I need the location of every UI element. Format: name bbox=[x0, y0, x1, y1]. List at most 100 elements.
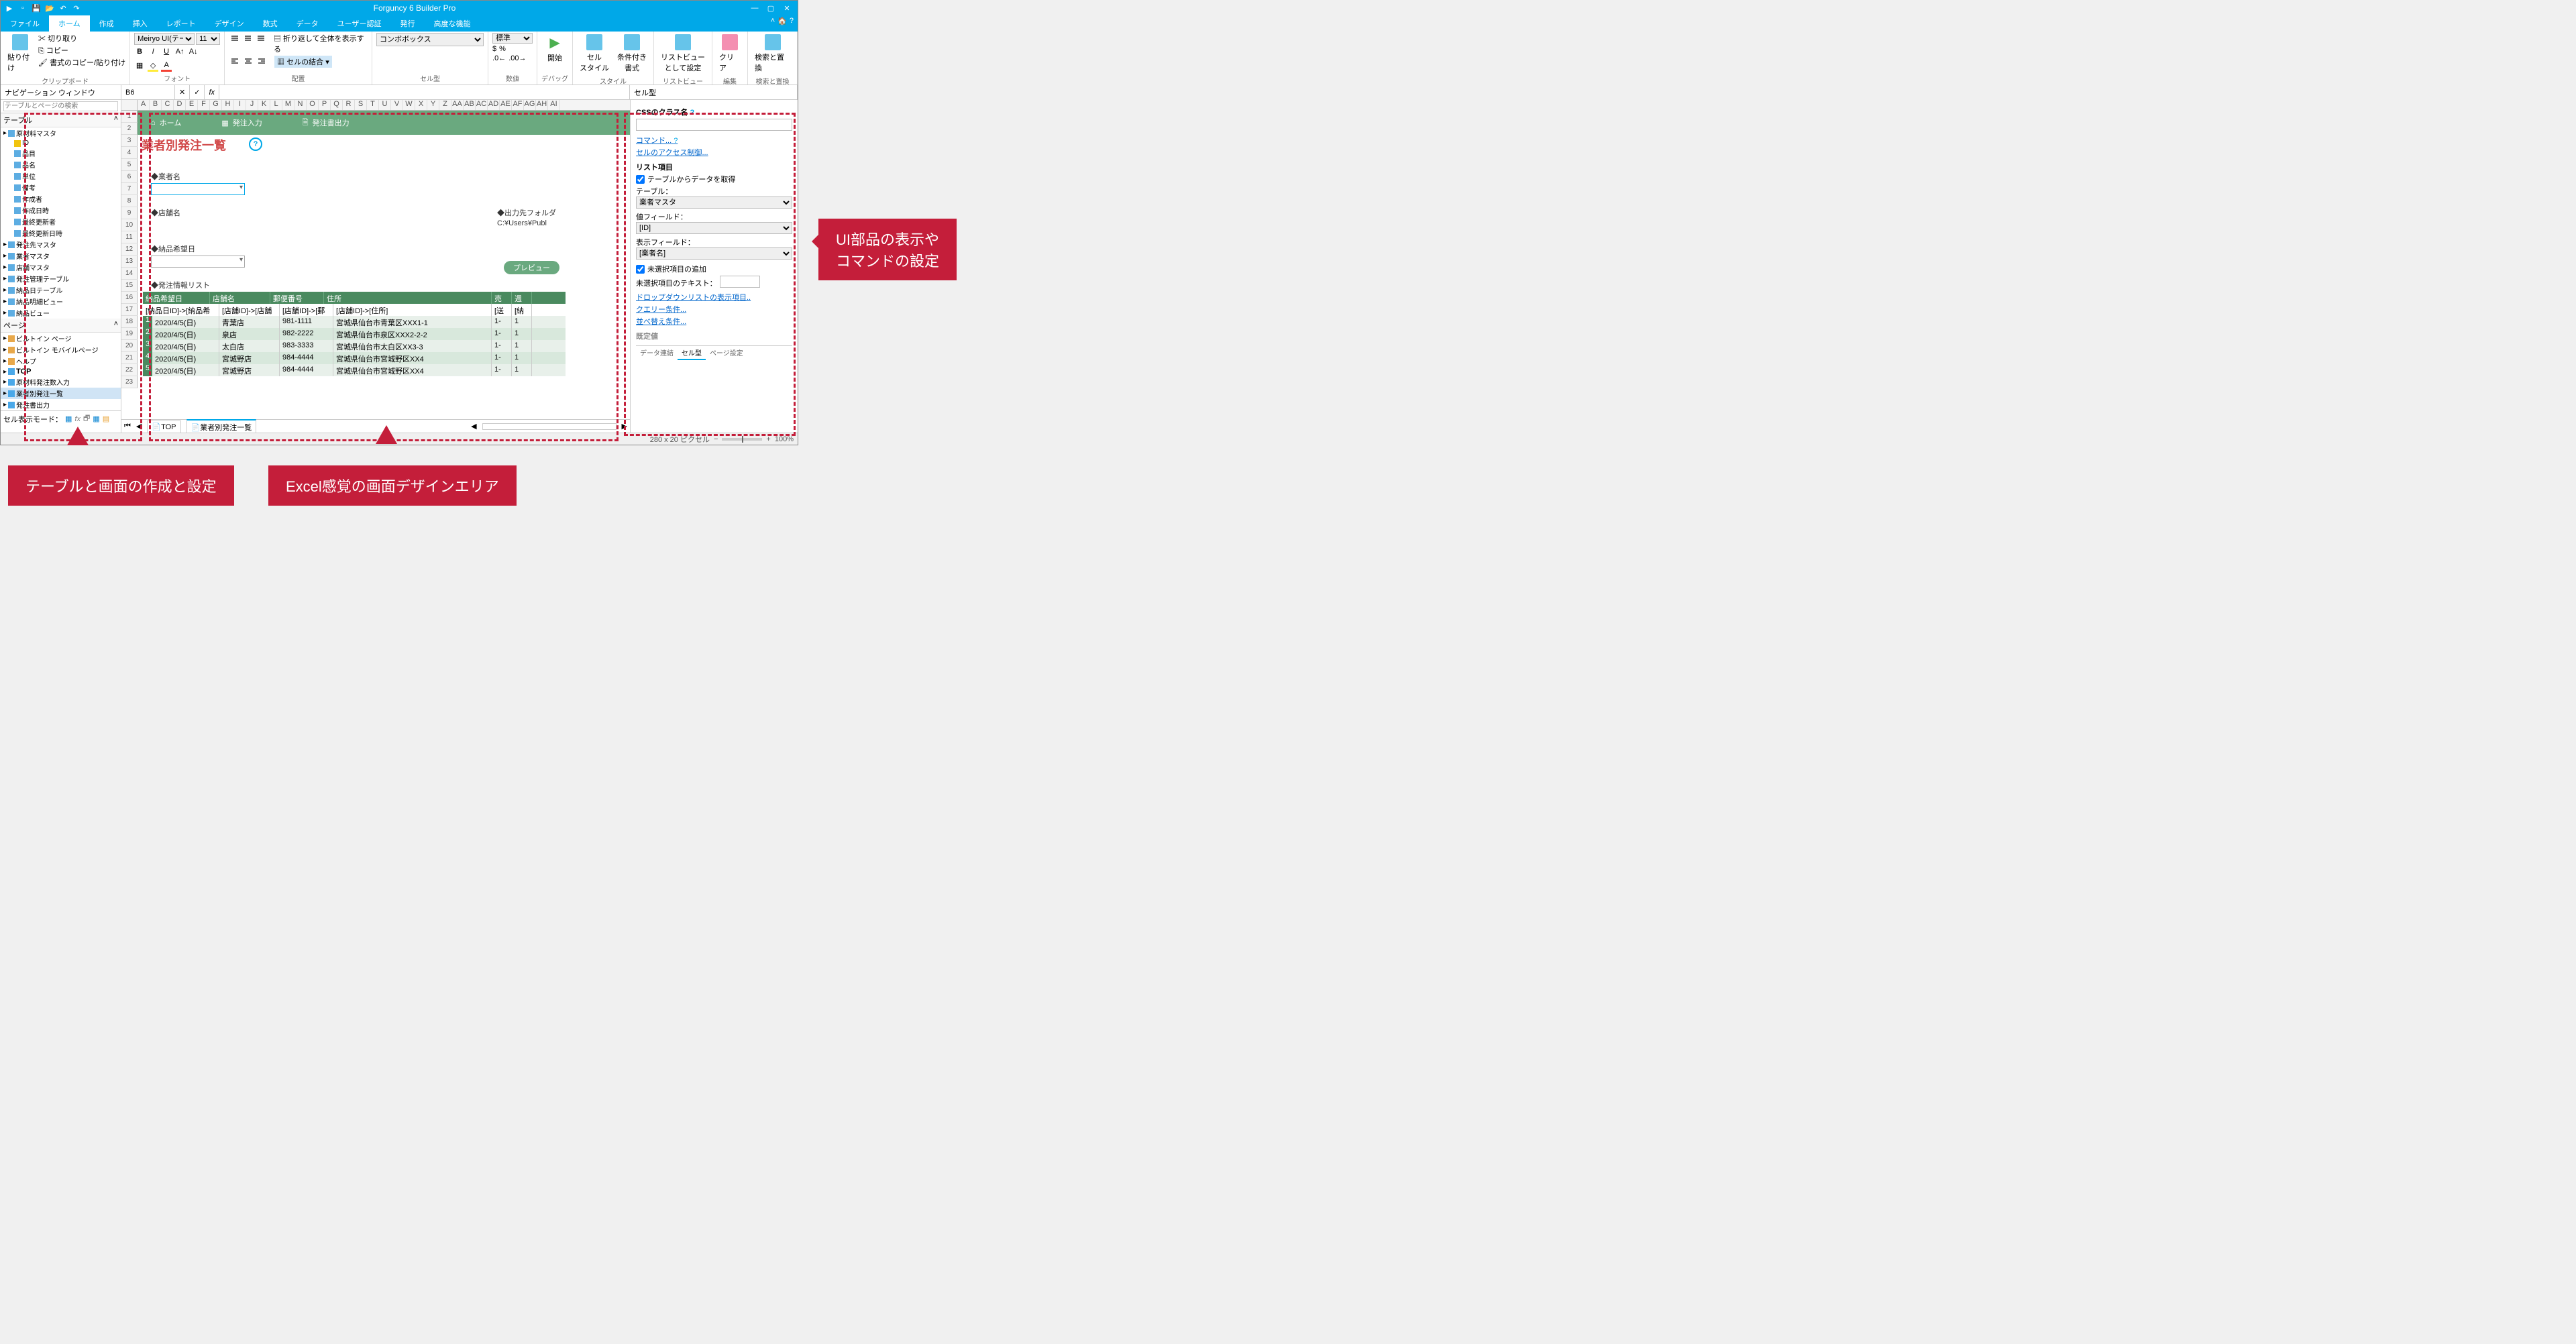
command-link[interactable]: コマンド... ? bbox=[636, 135, 792, 146]
col-header[interactable]: AG bbox=[524, 100, 536, 110]
number-format-select[interactable]: 標準 bbox=[492, 33, 533, 44]
tree-node[interactable]: ▸ 納品日テーブル bbox=[1, 284, 121, 296]
cell-reference[interactable]: B6 bbox=[121, 85, 175, 99]
bold-button[interactable]: B bbox=[134, 48, 145, 58]
access-control-link[interactable]: セルのアクセス制御... bbox=[636, 147, 792, 158]
row-header[interactable]: 14 bbox=[121, 268, 138, 280]
maximize-button[interactable]: ▢ bbox=[764, 4, 777, 13]
data-row[interactable]: 22020/4/5(日)泉店982-2222宮城県仙台市泉区XXX2-2-21-… bbox=[143, 328, 566, 340]
sort-link[interactable]: 並べ替え条件... bbox=[636, 316, 792, 327]
row-header[interactable]: 10 bbox=[121, 219, 138, 231]
help-icon[interactable]: ? bbox=[249, 137, 262, 151]
page-node[interactable]: ▸ ヘルプ bbox=[1, 355, 121, 367]
mode-icon-3[interactable]: 🗗 bbox=[83, 412, 90, 425]
value-field-select[interactable]: [ID] bbox=[636, 222, 792, 234]
decrease-decimal-button[interactable]: .00→ bbox=[508, 54, 526, 62]
percent-button[interactable]: % bbox=[499, 45, 506, 53]
col-header[interactable]: W bbox=[403, 100, 415, 110]
formula-accept-button[interactable]: ✓ bbox=[190, 85, 205, 99]
mode-icon-4[interactable]: ▦ bbox=[93, 414, 99, 423]
align-right-button[interactable] bbox=[256, 56, 268, 68]
sheet-nav-first[interactable]: ⏮ bbox=[124, 422, 131, 431]
table-select[interactable]: 業者マスタ bbox=[636, 197, 792, 209]
page-node[interactable]: ▸ 発注書出力 bbox=[1, 399, 121, 410]
page-node[interactable]: ▸ 業者別発注一覧 bbox=[1, 388, 121, 399]
font-grow-button[interactable]: A↑ bbox=[174, 48, 185, 58]
row-header[interactable]: 20 bbox=[121, 340, 138, 352]
col-header[interactable]: F bbox=[198, 100, 210, 110]
clear-button[interactable]: クリア bbox=[716, 33, 743, 74]
col-header[interactable]: K bbox=[258, 100, 270, 110]
run-icon[interactable]: ▶ bbox=[5, 3, 14, 13]
row-header[interactable]: 5 bbox=[121, 159, 138, 171]
col-header[interactable]: H bbox=[222, 100, 234, 110]
save-icon[interactable]: 💾 bbox=[32, 3, 41, 13]
tab-file[interactable]: ファイル bbox=[1, 15, 49, 32]
celltype-select[interactable]: コンボボックス bbox=[376, 33, 484, 46]
css-class-input[interactable] bbox=[636, 119, 792, 131]
row-header[interactable]: 17 bbox=[121, 304, 138, 316]
col-header[interactable]: AI bbox=[548, 100, 560, 110]
formula-input[interactable] bbox=[219, 85, 630, 99]
mode-icon-2[interactable]: fx bbox=[74, 415, 80, 423]
col-header[interactable]: Z bbox=[439, 100, 451, 110]
row-header[interactable]: 12 bbox=[121, 243, 138, 256]
page-node[interactable]: ▸ 原材料発注数入力 bbox=[1, 376, 121, 388]
design-surface[interactable]: ABCDEFGHIJKLMNOPQRSTUVWXYZAAABACADAEAFAG… bbox=[121, 100, 630, 433]
empty-text-input[interactable] bbox=[720, 276, 760, 288]
mode-icon-5[interactable]: ▤ bbox=[103, 414, 109, 423]
format-painter-button[interactable]: 🖌 書式のコピー/貼り付け bbox=[38, 57, 125, 68]
tab-data[interactable]: データ bbox=[287, 15, 328, 32]
help-icon[interactable]: ? bbox=[690, 109, 694, 117]
mode-icon-1[interactable]: ▦ bbox=[65, 414, 72, 423]
cell-style-button[interactable]: セル スタイル bbox=[577, 33, 612, 74]
row-header[interactable]: 23 bbox=[121, 376, 138, 388]
hscrollbar[interactable] bbox=[482, 423, 616, 430]
tree-node[interactable]: 最終更新日時 bbox=[1, 227, 121, 239]
tab-formula[interactable]: 数式 bbox=[254, 15, 287, 32]
col-header[interactable]: AA bbox=[451, 100, 464, 110]
data-row[interactable]: 32020/4/5(日)太白店983-3333宮城県仙台市太白区XX3-31-1 bbox=[143, 340, 566, 352]
col-header[interactable]: AF bbox=[512, 100, 524, 110]
nav-home-link[interactable]: ⌂ホーム bbox=[151, 117, 181, 128]
fx-button[interactable]: fx bbox=[205, 85, 219, 99]
col-header[interactable]: P bbox=[319, 100, 331, 110]
sheet-tab-top[interactable]: 📄TOP bbox=[147, 421, 180, 433]
col-header[interactable]: X bbox=[415, 100, 427, 110]
font-shrink-button[interactable]: A↓ bbox=[188, 48, 199, 58]
align-left-button[interactable] bbox=[229, 56, 241, 68]
font-name-select[interactable]: Meiryo UI(テー bbox=[134, 33, 195, 45]
rp-tab-page[interactable]: ページ設定 bbox=[706, 346, 747, 360]
font-size-select[interactable]: 11 bbox=[196, 33, 220, 45]
sheet-nav-prev[interactable]: ◀ bbox=[136, 422, 142, 431]
date-combo[interactable] bbox=[151, 256, 245, 268]
row-header[interactable]: 22 bbox=[121, 364, 138, 376]
align-bottom-button[interactable] bbox=[255, 33, 267, 45]
row-header[interactable]: 8 bbox=[121, 195, 138, 207]
tree-node[interactable]: ▸ 発注管理テーブル bbox=[1, 273, 121, 284]
col-header[interactable]: I bbox=[234, 100, 246, 110]
col-header[interactable]: R bbox=[343, 100, 355, 110]
align-top-button[interactable] bbox=[229, 33, 241, 45]
col-header[interactable]: E bbox=[186, 100, 198, 110]
cut-button[interactable]: ✂ 切り取り bbox=[38, 33, 125, 44]
listview-button[interactable]: リストビュー として設定 bbox=[658, 33, 708, 74]
vendor-combo[interactable] bbox=[151, 183, 245, 195]
col-header[interactable]: V bbox=[391, 100, 403, 110]
tree-node[interactable]: ▸ 発注先マスタ bbox=[1, 239, 121, 250]
tree-node[interactable]: ▸ 納品ビュー bbox=[1, 307, 121, 319]
italic-button[interactable]: I bbox=[148, 48, 158, 58]
dropdown-items-link[interactable]: ドロップダウンリストの表示項目.. bbox=[636, 292, 792, 302]
tree-node[interactable]: 最終更新者 bbox=[1, 216, 121, 227]
col-header[interactable]: Q bbox=[331, 100, 343, 110]
home-icon[interactable]: 🏠 bbox=[777, 17, 787, 30]
collapse-ribbon-icon[interactable]: ˄ bbox=[771, 17, 775, 30]
data-row[interactable]: 42020/4/5(日)宮城野店984-4444宮城県仙台市宮城野区XX41-1 bbox=[143, 352, 566, 364]
col-header[interactable]: L bbox=[270, 100, 282, 110]
tree-node[interactable]: ▸ 店舗マスタ bbox=[1, 262, 121, 273]
col-header[interactable]: AC bbox=[476, 100, 488, 110]
col-header[interactable]: C bbox=[162, 100, 174, 110]
paste-button[interactable]: 貼り付け bbox=[5, 33, 36, 74]
col-header[interactable]: S bbox=[355, 100, 367, 110]
open-icon[interactable]: 📂 bbox=[45, 3, 54, 13]
